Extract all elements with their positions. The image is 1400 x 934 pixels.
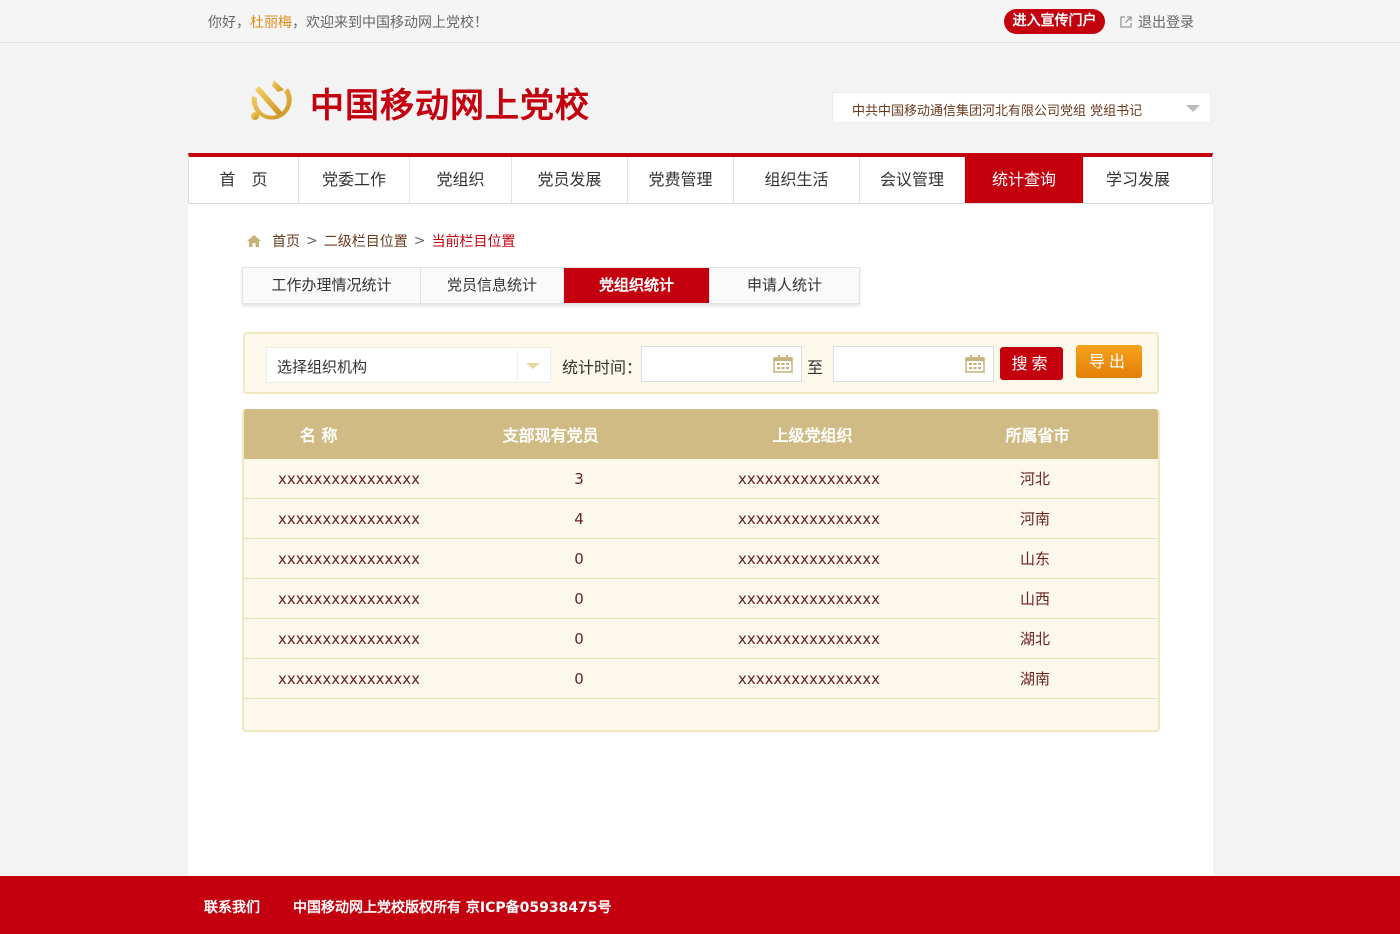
breadcrumb-home[interactable]: 首页 bbox=[272, 231, 300, 251]
top-bar: 你好，杜丽梅，欢迎来到中国移动网上党校！ 进入宣传门户 退出登录 bbox=[0, 0, 1400, 43]
cell-name: xxxxxxxxxxxxxxxx bbox=[277, 589, 421, 608]
table-row[interactable]: xxxxxxxxxxxxxxxx 3 xxxxxxxxxxxxxxxx 河北 bbox=[244, 459, 1158, 499]
footer: 联系我们 中国移动网上党校版权所有 京ICP备05938475号 bbox=[0, 876, 1400, 934]
end-date-input[interactable] bbox=[833, 346, 994, 382]
org-role-label: 中共中国移动通信集团河北有限公司党组 党组书记 bbox=[852, 104, 1143, 119]
stat-time-label: 统计时间： bbox=[562, 358, 643, 377]
table-row[interactable]: xxxxxxxxxxxxxxxx 0 xxxxxxxxxxxxxxxx 山东 bbox=[244, 539, 1158, 579]
site-title: 中国移动网上党校 bbox=[310, 86, 590, 126]
nav-item-learning[interactable]: 学习发展 bbox=[1084, 157, 1192, 203]
logout-label: 退出登录 bbox=[1138, 15, 1194, 31]
cell-member-count: 3 bbox=[574, 469, 584, 488]
contact-link[interactable]: 联系我们 bbox=[204, 897, 260, 917]
external-link-icon bbox=[1120, 16, 1132, 28]
breadcrumb-sep: > bbox=[306, 233, 318, 249]
col-header-parent-org: 上级党组织 bbox=[772, 426, 853, 445]
calendar-icon[interactable] bbox=[965, 355, 985, 373]
cell-province: 山西 bbox=[1019, 590, 1050, 608]
cell-parent-org: xxxxxxxxxxxxxxxx bbox=[737, 549, 881, 568]
cell-parent-org: xxxxxxxxxxxxxxxx bbox=[737, 589, 881, 608]
portal-button[interactable]: 进入宣传门户 bbox=[1004, 9, 1105, 34]
nav-item-statistics[interactable]: 统计查询 bbox=[965, 157, 1084, 203]
table-row[interactable]: xxxxxxxxxxxxxxxx 4 xxxxxxxxxxxxxxxx 河南 bbox=[244, 499, 1158, 539]
breadcrumb-sep: > bbox=[413, 233, 426, 249]
username-link[interactable]: 杜丽梅 bbox=[250, 15, 292, 31]
greeting-suffix: ，欢迎来到中国移动网上党校！ bbox=[292, 15, 488, 31]
nav-item-org-life[interactable]: 组织生活 bbox=[734, 157, 860, 203]
tab-party-org-stats[interactable]: 党组织统计 bbox=[564, 268, 710, 303]
logout-link[interactable]: 退出登录 bbox=[1120, 12, 1194, 32]
stat-subtabs: 工作办理情况统计 党员信息统计 党组织统计 申请人统计 bbox=[242, 267, 860, 304]
calendar-icon[interactable] bbox=[773, 355, 793, 373]
search-button[interactable]: 搜索 bbox=[1000, 347, 1063, 380]
table-header: 名 称 支部现有党员 上级党组织 所属省市 bbox=[244, 409, 1158, 459]
nav-item-committee-work[interactable]: 党委工作 bbox=[299, 157, 410, 203]
org-picker[interactable]: 选择组织机构 bbox=[266, 347, 551, 383]
cell-province: 湖北 bbox=[1019, 630, 1050, 648]
chevron-down-icon bbox=[1186, 105, 1200, 112]
nav-item-party-org[interactable]: 党组织 bbox=[410, 157, 512, 203]
greeting-prefix: 你好， bbox=[208, 15, 250, 31]
org-role-selector[interactable]: 中共中国移动通信集团河北有限公司党组 党组书记 bbox=[832, 92, 1211, 123]
table-row[interactable]: xxxxxxxxxxxxxxxx 0 xxxxxxxxxxxxxxxx 山西 bbox=[244, 579, 1158, 619]
main-nav: 首 页 党委工作 党组织 党员发展 党费管理 组织生活 会议管理 统计查询 学习… bbox=[188, 153, 1213, 204]
greeting: 你好，杜丽梅，欢迎来到中国移动网上党校！ bbox=[208, 12, 488, 32]
table-row[interactable]: xxxxxxxxxxxxxxxx 0 xxxxxxxxxxxxxxxx 湖北 bbox=[244, 619, 1158, 659]
cell-parent-org: xxxxxxxxxxxxxxxx bbox=[737, 469, 881, 488]
cell-member-count: 4 bbox=[574, 509, 584, 528]
cell-member-count: 0 bbox=[574, 589, 584, 608]
breadcrumb: 首页 > 二级栏目位置 > 当前栏目位置 bbox=[246, 231, 515, 251]
cell-parent-org: xxxxxxxxxxxxxxxx bbox=[737, 669, 881, 688]
nav-item-member-development[interactable]: 党员发展 bbox=[512, 157, 628, 203]
col-header-name: 名 称 bbox=[299, 426, 338, 445]
start-date-input[interactable] bbox=[641, 346, 802, 382]
cell-province: 河南 bbox=[1019, 510, 1050, 528]
cell-name: xxxxxxxxxxxxxxxx bbox=[277, 629, 421, 648]
cell-province: 湖南 bbox=[1019, 670, 1050, 688]
breadcrumb-current: 当前栏目位置 bbox=[431, 234, 516, 250]
col-header-province: 所属省市 bbox=[1005, 426, 1070, 445]
col-header-member-count: 支部现有党员 bbox=[502, 426, 599, 445]
to-label: 至 bbox=[807, 358, 824, 377]
nav-item-meeting-management[interactable]: 会议管理 bbox=[860, 157, 965, 203]
nav-item-dues-management[interactable]: 党费管理 bbox=[628, 157, 734, 203]
party-emblem-icon bbox=[251, 80, 292, 120]
copyright-text: 中国移动网上党校版权所有 京ICP备05938475号 bbox=[293, 900, 612, 916]
cell-name: xxxxxxxxxxxxxxxx bbox=[277, 469, 421, 488]
cell-name: xxxxxxxxxxxxxxxx bbox=[277, 509, 421, 528]
org-picker-divider bbox=[517, 350, 518, 380]
tab-applicant-stats[interactable]: 申请人统计 bbox=[710, 268, 859, 303]
cell-province: 河北 bbox=[1019, 470, 1050, 488]
filter-bar: 选择组织机构 统计时间： 至 搜索 导出 bbox=[243, 332, 1159, 394]
table-row[interactable]: xxxxxxxxxxxxxxxx 0 xxxxxxxxxxxxxxxx 湖南 bbox=[244, 659, 1158, 699]
tab-work-handling-stats[interactable]: 工作办理情况统计 bbox=[243, 268, 421, 303]
cell-name: xxxxxxxxxxxxxxxx bbox=[277, 669, 421, 688]
cell-member-count: 0 bbox=[574, 669, 584, 688]
cell-parent-org: xxxxxxxxxxxxxxxx bbox=[737, 629, 881, 648]
tab-member-info-stats[interactable]: 党员信息统计 bbox=[421, 268, 564, 303]
breadcrumb-level2[interactable]: 二级栏目位置 bbox=[324, 231, 408, 251]
cell-province: 山东 bbox=[1019, 550, 1050, 568]
cell-name: xxxxxxxxxxxxxxxx bbox=[277, 549, 421, 568]
chevron-down-icon bbox=[526, 363, 540, 369]
home-icon bbox=[247, 235, 261, 247]
export-button[interactable]: 导出 bbox=[1076, 345, 1142, 378]
org-picker-label: 选择组织机构 bbox=[277, 358, 368, 376]
cell-parent-org: xxxxxxxxxxxxxxxx bbox=[737, 509, 881, 528]
cell-member-count: 0 bbox=[574, 629, 584, 648]
cell-member-count: 0 bbox=[574, 549, 584, 568]
nav-item-home[interactable]: 首 页 bbox=[189, 157, 299, 203]
org-stats-table: 名 称 支部现有党员 上级党组织 所属省市 xxxxxxxxxxxxxxxx 3… bbox=[242, 409, 1160, 732]
